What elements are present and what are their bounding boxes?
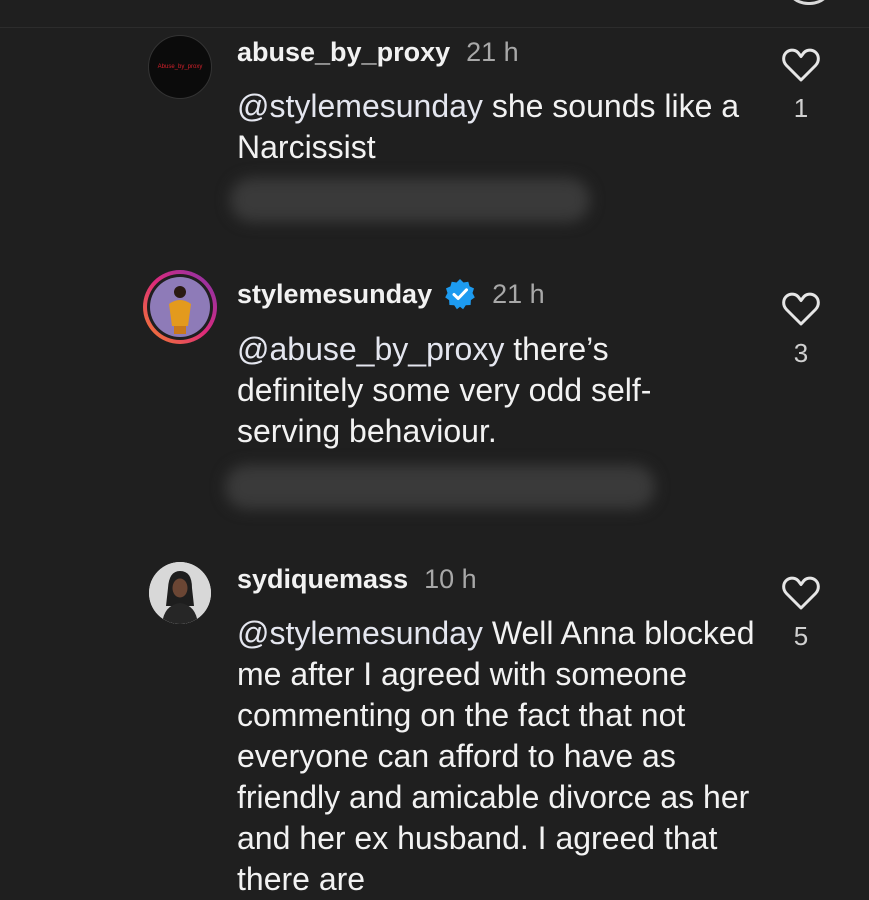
comment-text-part: she sounds: [491, 88, 656, 124]
timestamp: 21 h: [466, 37, 519, 67]
comment-text: @stylemesunday she sounds like a Narciss…: [237, 86, 757, 168]
timestamp: 10 h: [424, 564, 477, 594]
avatar[interactable]: [149, 562, 211, 624]
comment-text: @stylemesunday Well Anna blocked me afte…: [237, 613, 757, 900]
comment-text: @abuse_by_proxy there’s definitely some …: [237, 329, 677, 452]
comment-text-part: definitely some very odd self-serving be…: [237, 372, 652, 449]
mention-link[interactable]: @abuse_by_proxy: [237, 331, 504, 367]
like-count: 1: [793, 93, 809, 123]
like-count: 5: [793, 621, 809, 651]
avatar-photo: [149, 562, 211, 624]
comment-header: sydiquemass 10 h: [237, 562, 477, 596]
mention-link[interactable]: @stylemesunday: [237, 615, 483, 651]
redacted-area: [225, 465, 655, 509]
comment-text-part: there’s: [513, 331, 609, 367]
comment-text-part: Well Anna: [491, 615, 636, 651]
username[interactable]: stylemesunday: [237, 277, 432, 311]
like-count: 3: [793, 338, 809, 368]
avatar-logo-text: Abuse_by_proxy: [157, 64, 203, 70]
username[interactable]: sydiquemass: [237, 562, 408, 596]
avatar[interactable]: Abuse_by_proxy: [148, 35, 212, 99]
heart-outline-icon[interactable]: [781, 47, 821, 83]
top-divider: [0, 27, 869, 28]
username[interactable]: abuse_by_proxy: [237, 35, 450, 69]
verified-badge-icon: [445, 279, 475, 310]
avatar-photo: [147, 274, 213, 340]
mention-link[interactable]: @stylemesunday: [237, 88, 483, 124]
heart-outline-icon[interactable]: [781, 291, 821, 327]
comment-text-part: blocked me after I agreed with someone c…: [237, 615, 755, 897]
redacted-area: [230, 178, 590, 222]
comment-header: stylemesunday 21 h: [237, 277, 545, 311]
timestamp: 21 h: [492, 279, 545, 309]
avatar[interactable]: [143, 270, 217, 344]
partial-icon-top: [784, 0, 834, 5]
heart-outline-icon[interactable]: [781, 575, 821, 611]
comment-header: abuse_by_proxy 21 h: [237, 35, 519, 69]
